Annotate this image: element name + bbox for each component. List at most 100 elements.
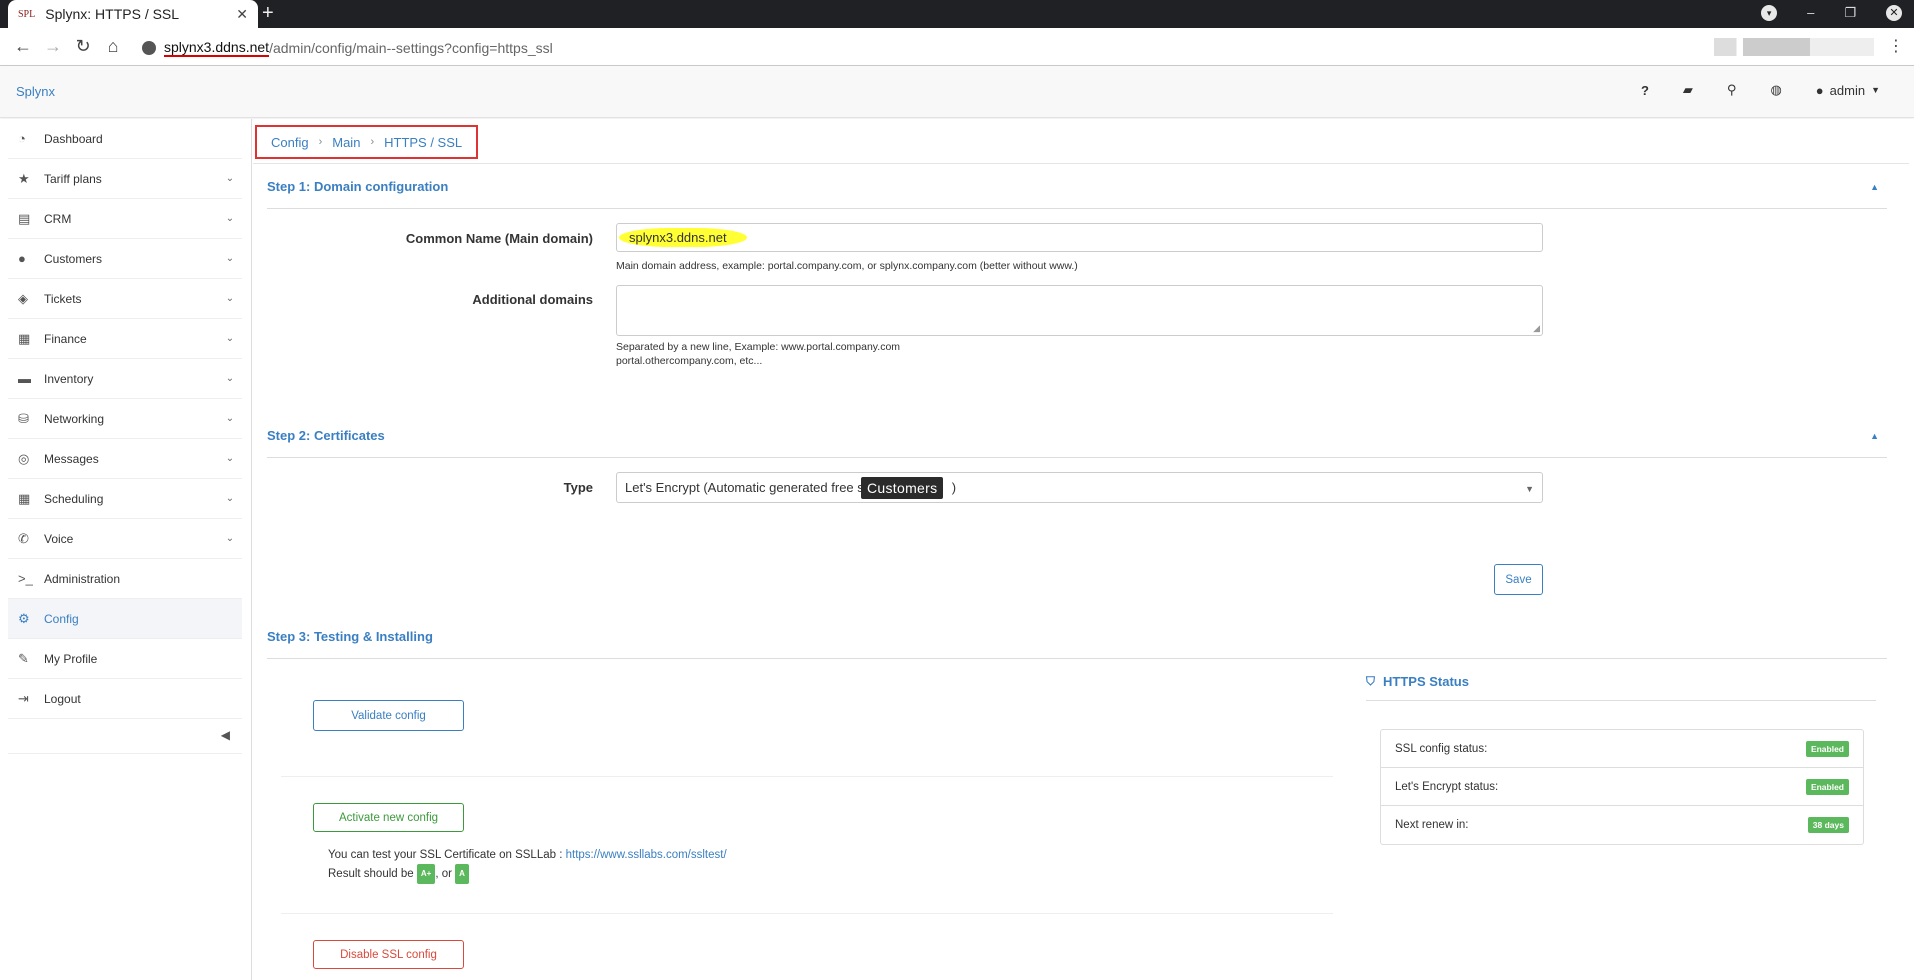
terminal-icon: >_	[18, 571, 33, 586]
reload-icon[interactable]: ↻	[68, 36, 98, 57]
step1-header[interactable]: Step 1: Domain configuration ▲	[267, 165, 1887, 209]
sidebar-collapse-button[interactable]: ◀	[8, 718, 242, 754]
forward-icon[interactable]: →	[38, 36, 68, 57]
breadcrumb-config[interactable]: Config	[271, 135, 309, 150]
chevron-down-icon: ⌄	[225, 533, 235, 544]
sidebar-item-inventory[interactable]: ▬ Inventory ⌄	[8, 359, 242, 399]
validate-config-button[interactable]: Validate config	[313, 700, 464, 731]
search-icon[interactable]: ⚲	[1727, 82, 1737, 98]
chevron-down-icon: ⌄	[225, 493, 235, 504]
main-content: Config › Main › HTTPS / SSL Step 1: Doma…	[253, 119, 1914, 980]
caret-left-icon: ◀	[220, 728, 230, 742]
sidebar-item-crm[interactable]: ▤ CRM ⌄	[8, 199, 242, 239]
sidebar-item-networking[interactable]: ⛁ Networking ⌄	[8, 399, 242, 439]
type-label: Type	[563, 480, 593, 495]
https-status-list: SSL config status: Enabled Let's Encrypt…	[1380, 729, 1864, 845]
step3-header: Step 3: Testing & Installing	[267, 615, 1887, 659]
user-icon: ●	[18, 251, 26, 266]
brand-logo[interactable]: Splynx	[16, 84, 55, 99]
type-select[interactable]: Let's Encrypt (Automatic generated free …	[616, 472, 1543, 503]
browser-tab[interactable]: SPL Splynx: HTTPS / SSL ✕	[8, 0, 258, 28]
ticket-icon: ◈	[18, 290, 28, 306]
breadcrumb-main[interactable]: Main	[332, 135, 360, 150]
caret-up-icon[interactable]: ▲	[1870, 182, 1879, 192]
user-icon: ●	[1815, 82, 1824, 98]
https-status-header: ⛉ HTTPS Status	[1366, 663, 1876, 701]
sidebar-item-label: Customers	[44, 251, 103, 266]
sidebar-item-label: Tariff plans	[44, 171, 102, 186]
disable-ssl-button[interactable]: Disable SSL config	[313, 940, 464, 969]
sidebar-item-my-profile[interactable]: ✎ My Profile	[8, 639, 242, 679]
status-row: Let's Encrypt status: Enabled	[1381, 768, 1863, 806]
minimize-icon[interactable]: –	[1807, 5, 1814, 21]
sidebar-item-voice[interactable]: ✆ Voice ⌄	[8, 519, 242, 559]
divider	[281, 776, 1333, 777]
status-row: SSL config status: Enabled	[1381, 730, 1863, 768]
chevron-down-icon: ⌄	[225, 333, 235, 344]
extensions-area[interactable]	[1714, 38, 1874, 56]
common-name-input[interactable]: splynx3.ddns.net	[616, 223, 1543, 252]
chevron-down-icon: ⌄	[225, 213, 235, 224]
breadcrumb: Config › Main › HTTPS / SSL	[255, 125, 479, 159]
step2-header[interactable]: Step 2: Certificates ▲	[267, 414, 1887, 458]
cogs-icon: ⚙	[18, 610, 30, 626]
tab-search-icon[interactable]: ▾	[1761, 5, 1778, 21]
sidebar-item-label: CRM	[44, 211, 72, 226]
browser-menu-icon[interactable]: ⋮	[1888, 36, 1904, 56]
sidebar-item-logout[interactable]: ⇥ Logout	[8, 679, 242, 719]
back-icon[interactable]: ←	[8, 36, 38, 57]
sidebar-item-tariff-plans[interactable]: ★ Tariff plans ⌄	[8, 159, 242, 199]
sidebar-item-tickets[interactable]: ◈ Tickets ⌄	[8, 279, 242, 319]
restore-icon[interactable]: ❐	[1844, 5, 1856, 21]
status-badge: Enabled	[1805, 778, 1849, 795]
https-status-title: HTTPS Status	[1383, 674, 1469, 689]
new-tab-icon[interactable]: +	[262, 2, 274, 25]
close-tab-icon[interactable]: ✕	[236, 6, 248, 23]
sidebar-item-finance[interactable]: ▦ Finance ⌄	[8, 319, 242, 359]
network-icon: ⛁	[18, 410, 29, 426]
sidebar-item-label: Dashboard	[44, 131, 103, 146]
additional-domains-help: Separated by a new line, Example: www.po…	[616, 340, 900, 368]
sidebar-item-scheduling[interactable]: ▦ Scheduling ⌄	[8, 479, 242, 519]
status-label: Next renew in:	[1395, 819, 1469, 831]
status-row: Next renew in: 38 days	[1381, 806, 1863, 844]
chevron-down-icon: ⌄	[225, 173, 235, 184]
breadcrumb-https-ssl[interactable]: HTTPS / SSL	[384, 135, 462, 150]
sidebar-item-label: Networking	[44, 411, 105, 426]
sidebar-item-messages[interactable]: ◎ Messages ⌄	[8, 439, 242, 479]
activate-config-button[interactable]: Activate new config	[313, 803, 464, 832]
user-menu[interactable]: ● admin ▼	[1816, 83, 1880, 98]
star-icon: ★	[18, 170, 30, 186]
step1-title: Step 1: Domain configuration	[267, 179, 449, 194]
caret-up-icon[interactable]: ▲	[1870, 431, 1879, 441]
sidebar-item-customers[interactable]: ● Customers ⌄	[8, 239, 242, 279]
result-or: , or	[435, 868, 452, 881]
sidebar-item-dashboard[interactable]: ◔ Dashboard	[8, 119, 242, 159]
sidebar-item-config[interactable]: ⚙ Config	[8, 599, 242, 639]
save-button[interactable]: Save	[1494, 564, 1543, 595]
sidebar-item-administration[interactable]: >_ Administration	[8, 559, 242, 599]
sidebar-item-label: Messages	[44, 451, 99, 466]
status-label: SSL config status:	[1395, 742, 1488, 755]
url-field[interactable]: splynx3.ddns.net /admin/config/main--set…	[142, 35, 1692, 61]
status-label: Let's Encrypt status:	[1395, 780, 1499, 793]
ssllabs-link[interactable]: https://www.ssllabs.com/ssltest/	[566, 849, 727, 861]
ssl-test-note: You can test your SSL Certificate on SSL…	[328, 846, 727, 884]
window-close-icon[interactable]: ✕	[1886, 5, 1902, 21]
caret-down-icon: ▼	[1525, 484, 1534, 494]
home-icon[interactable]: ⌂	[98, 36, 128, 57]
sidebar-item-label: Config	[44, 611, 79, 626]
sidebar-item-label: Finance	[44, 331, 87, 346]
resize-grip-icon[interactable]: ◢	[1533, 323, 1540, 334]
book-icon[interactable]: ▰	[1683, 82, 1693, 98]
calendar-icon: ▦	[18, 490, 31, 506]
status-badge: Enabled	[1805, 740, 1849, 757]
user-label: admin	[1829, 82, 1866, 98]
logout-icon: ⇥	[18, 690, 29, 706]
globe-icon[interactable]: ◍	[1770, 82, 1781, 98]
chevron-right-icon: ›	[370, 136, 375, 148]
ssl-test-line: You can test your SSL Certificate on SSL…	[328, 846, 727, 864]
additional-domains-textarea[interactable]: ◢	[616, 285, 1543, 336]
site-info-icon[interactable]	[142, 41, 156, 55]
help-icon[interactable]: ?	[1641, 83, 1649, 98]
